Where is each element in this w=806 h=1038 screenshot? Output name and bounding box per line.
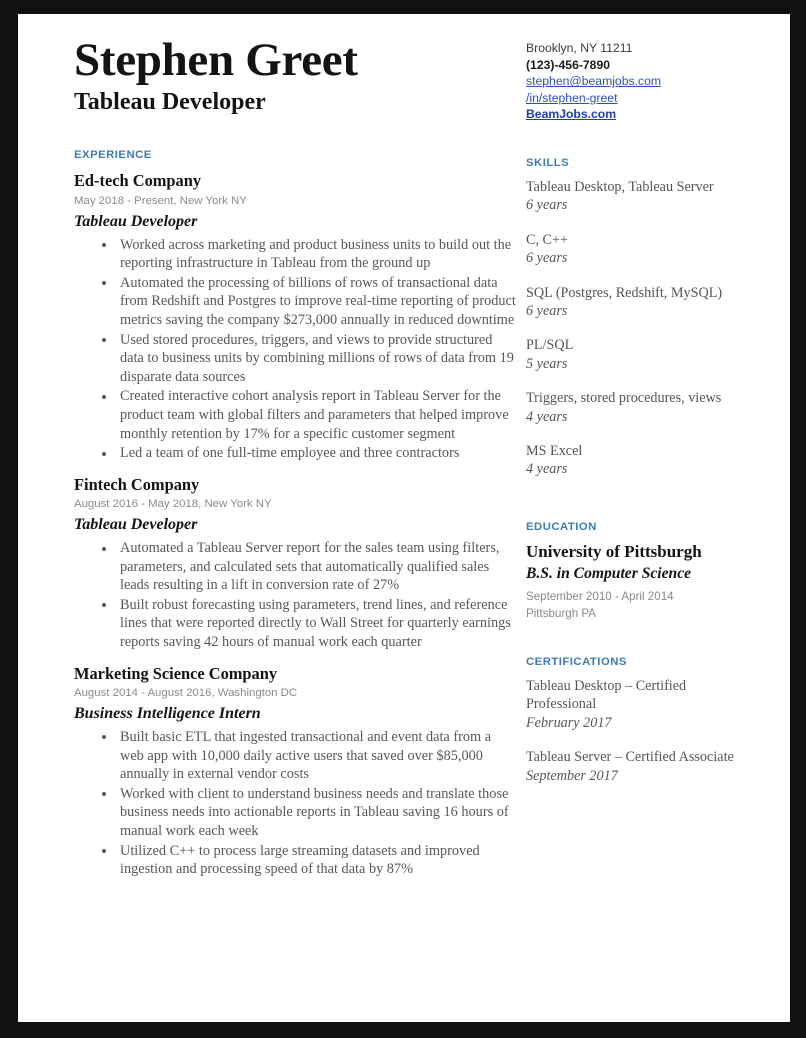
section-heading-experience: EXPERIENCE [74, 149, 152, 162]
skill-item: Tableau Desktop, Tableau Server 6 years [526, 178, 748, 215]
education-entry: University of Pittsburgh B.S. in Compute… [526, 542, 748, 622]
list-item: Used stored procedures, triggers, and vi… [102, 331, 518, 387]
document-frame: Stephen Greet Tableau Developer EXPERIEN… [0, 0, 806, 1038]
experience-meta: August 2016 - May 2018, New York NY [74, 498, 272, 511]
experience-entry: Marketing Science Company August 2014 - … [74, 664, 518, 879]
main-column: Stephen Greet Tableau Developer EXPERIEN… [74, 36, 526, 891]
contact-email-link[interactable]: stephen@beamjobs.com [526, 73, 748, 90]
skill-name: Triggers, stored procedures, views [526, 390, 722, 407]
skill-years: 4 years [526, 461, 568, 478]
experience-company: Ed-tech Company [74, 171, 202, 191]
education-spacer [526, 622, 748, 656]
education-dates: September 2010 - April 2014 [526, 590, 674, 604]
experience-bullets: Built basic ETL that ingested transactio… [74, 728, 518, 879]
skill-years: 4 years [526, 408, 568, 425]
skill-years: 6 years [526, 250, 568, 267]
skill-years: 6 years [526, 197, 568, 214]
list-item: Worked across marketing and product busi… [102, 236, 518, 273]
education-location: Pittsburgh PA [526, 607, 597, 621]
resume-header: Stephen Greet Tableau Developer [74, 36, 518, 115]
list-item: Built basic ETL that ingested transactio… [102, 728, 518, 784]
certification-item: Tableau Desktop – Certified Professional… [526, 677, 748, 732]
list-item: Led a team of one full-time employee and… [102, 444, 518, 463]
experience-entry: Ed-tech Company May 2018 - Present, New … [74, 171, 518, 462]
experience-role: Business Intelligence Intern [74, 704, 261, 722]
certification-name: Tableau Server – Certified Associate [526, 749, 734, 766]
experience-company: Marketing Science Company [74, 663, 278, 683]
skill-name: SQL (Postgres, Redshift, MySQL) [526, 284, 723, 301]
skill-item: MS Excel 4 years [526, 442, 748, 479]
skill-item: Triggers, stored procedures, views 4 yea… [526, 389, 748, 426]
sidebar-column: Brooklyn, NY 11211 (123)-456-7890 stephe… [526, 36, 748, 801]
skill-name: PL/SQL [526, 337, 574, 354]
list-item: Automated a Tableau Server report for th… [102, 539, 518, 595]
experience-entry: Fintech Company August 2016 - May 2018, … [74, 475, 518, 652]
list-item: Automated the processing of billions of … [102, 274, 518, 330]
certification-date: September 2017 [526, 767, 618, 784]
experience-meta: May 2018 - Present, New York NY [74, 194, 247, 207]
experience-role: Tableau Developer [74, 516, 198, 534]
list-item: Built robust forecasting using parameter… [102, 596, 518, 652]
education-school: University of Pittsburgh [526, 541, 702, 561]
skill-item: C, C++ 6 years [526, 231, 748, 268]
candidate-name: Stephen Greet [74, 34, 358, 86]
certification-item: Tableau Server – Certified Associate Sep… [526, 748, 748, 785]
skill-name: MS Excel [526, 443, 583, 460]
contact-website-link[interactable]: BeamJobs.com [526, 106, 748, 123]
certification-date: February 2017 [526, 714, 612, 731]
list-item: Utilized C++ to process large streaming … [102, 842, 518, 879]
experience-company: Fintech Company [74, 474, 200, 494]
skills-spacer [526, 495, 748, 521]
section-heading-skills: SKILLS [526, 156, 570, 169]
skill-name: Tableau Desktop, Tableau Server [526, 178, 714, 195]
experience-role: Tableau Developer [74, 212, 198, 230]
certification-name: Tableau Desktop – Certified Professional [526, 678, 687, 713]
contact-block: Brooklyn, NY 11211 (123)-456-7890 stephe… [526, 40, 748, 123]
list-item: Worked with client to understand busines… [102, 785, 518, 841]
skill-item: PL/SQL 5 years [526, 336, 748, 373]
contact-spacer [526, 123, 748, 157]
list-item: Created interactive cohort analysis repo… [102, 387, 518, 443]
candidate-title: Tableau Developer [74, 88, 266, 115]
skill-years: 6 years [526, 303, 568, 319]
skill-years: 5 years [526, 355, 568, 372]
section-heading-certifications: CERTIFICATIONS [526, 656, 627, 669]
contact-location: Brooklyn, NY 11211 [526, 41, 633, 55]
education-degree: B.S. in Computer Science [526, 564, 692, 582]
skill-name: C, C++ [526, 231, 569, 248]
contact-phone: (123)-456-7890 [526, 57, 611, 72]
experience-bullets: Worked across marketing and product busi… [74, 236, 518, 463]
resume-page: Stephen Greet Tableau Developer EXPERIEN… [18, 14, 790, 1022]
experience-bullets: Automated a Tableau Server report for th… [74, 539, 518, 652]
header-spacer [74, 115, 518, 149]
experience-meta: August 2014 - August 2016, Washington DC [74, 687, 298, 700]
contact-linkedin-link[interactable]: /in/stephen-greet [526, 90, 748, 107]
section-heading-education: EDUCATION [526, 520, 597, 533]
skill-item: SQL (Postgres, Redshift, MySQL) 6 years [526, 284, 748, 321]
